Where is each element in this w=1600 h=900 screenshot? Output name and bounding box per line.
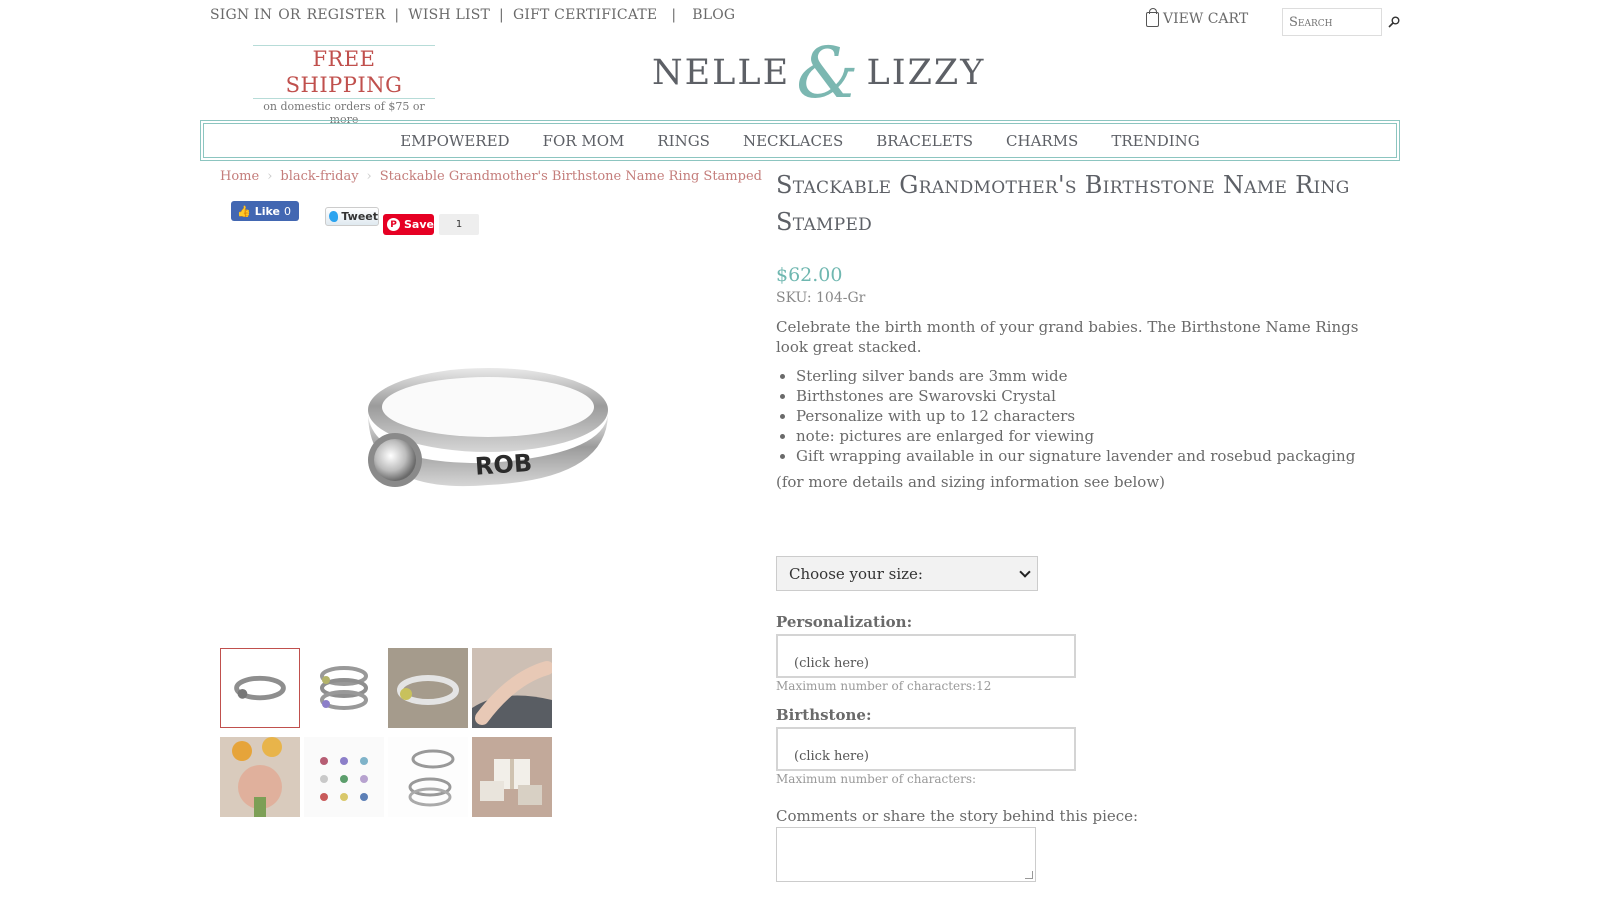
logo-ampersand: & [796,32,861,114]
nav-item-charms[interactable]: CHARMS [1006,132,1078,150]
personalization-label: Personalization: [776,613,913,631]
breadcrumb-category[interactable]: black-friday [280,169,358,184]
shopping-bag-icon [1146,7,1159,27]
nav-item-trending[interactable]: TRENDING [1111,132,1199,150]
like-label: Like [254,204,280,218]
comments-textarea[interactable] [776,827,1036,882]
breadcrumb-chevron-icon: › [267,169,273,184]
list-item: Birthstones are Swarovski Crystal [796,386,1355,406]
search-icon[interactable] [1388,16,1400,28]
product-price: $62.00 [776,264,843,286]
thumbnail-4[interactable] [472,648,552,728]
free-shipping-banner[interactable]: FREE SHIPPING on domestic orders of $75 … [253,45,435,126]
thumbnail-7[interactable] [388,737,468,817]
chevron-down-icon [1019,565,1031,578]
thumbnail-1[interactable] [220,648,300,728]
like-count: 0 [283,204,291,218]
list-item: Sterling silver bands are 3mm wide [796,366,1355,386]
thumbnail-gallery [220,648,552,817]
separator: | [671,7,677,23]
pinterest-save-count: 1 [439,214,479,235]
main-nav-inner: EMPOWERED FOR MOM RINGS NECKLACES BRACEL… [203,123,1397,158]
nav-item-bracelets[interactable]: BRACELETS [876,132,973,150]
size-select-value: Choose your size: [789,564,923,583]
save-label: Save [404,218,434,231]
thumbnail-3[interactable] [388,648,468,728]
search-input[interactable] [1282,8,1382,36]
breadcrumb-home[interactable]: Home [220,169,259,184]
tweet-label: Tweet [341,210,378,223]
site-logo[interactable]: NELLE & LIZZY [652,32,986,114]
breadcrumb-current: Stackable Grandmother's Birthstone Name … [379,169,762,184]
product-sku: SKU: 104-Gr [776,290,866,306]
or-text: OR [278,7,301,23]
gift-certificate-link[interactable]: GIFT CERTIFICATE [513,7,657,23]
thumbnail-8[interactable] [472,737,552,817]
list-item: Gift wrapping available in our signature… [796,446,1355,466]
logo-text-left: NELLE [652,53,791,93]
breadcrumb-chevron-icon: › [366,169,372,184]
free-shipping-title: FREE SHIPPING [253,45,435,99]
comments-label: Comments or share the story behind this … [776,807,1139,825]
thumbnail-2[interactable] [304,648,384,728]
twitter-bird-icon [329,211,339,222]
wish-list-link[interactable]: WISH LIST [408,7,490,23]
birthstone-label: Birthstone: [776,706,872,724]
separator: | [499,7,504,23]
size-select[interactable]: Choose your size: [776,556,1038,591]
birthstone-field[interactable]: (click here) [776,727,1076,771]
pinterest-save-button[interactable]: P Save [383,214,434,235]
list-item: Personalize with up to 12 characters [796,406,1355,426]
more-info-text: (for more details and sizing information… [776,473,1166,491]
thumbnail-5[interactable] [220,737,300,817]
nav-item-rings[interactable]: RINGS [657,132,710,150]
nav-item-empowered[interactable]: EMPOWERED [400,132,509,150]
nav-item-necklaces[interactable]: NECKLACES [743,132,843,150]
main-nav: EMPOWERED FOR MOM RINGS NECKLACES BRACEL… [200,120,1400,161]
separator: | [394,7,400,23]
nav-item-for-mom[interactable]: FOR MOM [543,132,625,150]
pinterest-icon: P [387,218,400,231]
product-features: Sterling silver bands are 3mm wide Birth… [796,366,1355,466]
personalization-field[interactable]: (click here) [776,634,1076,678]
blog-link[interactable]: BLOG [692,7,735,23]
logo-text-right: LIZZY [866,53,986,93]
list-item: note: pictures are enlarged for viewing [796,426,1355,446]
top-links: SIGN IN OR REGISTER | WISH LIST | GIFT CERTIFI… [210,7,735,23]
birthstone-hint: Maximum number of characters: [776,772,977,786]
view-cart-link[interactable]: VIEW CART [1146,7,1249,27]
tweet-button[interactable]: Tweet [325,207,379,226]
view-cart-label: VIEW CART [1163,11,1249,27]
breadcrumb: Home › black-friday › Stackable Grandmother'… [220,169,762,184]
product-main-image[interactable]: ROB [350,355,620,515]
facebook-like-button[interactable]: 👍 Like 0 [231,201,299,221]
personalization-hint: Maximum number of characters:12 [776,679,992,693]
product-title: Stackable Grandmother's Birthstone Name … [776,171,1350,236]
ring-engraving: ROB [474,449,533,481]
thumbs-up-icon: 👍 [237,204,251,218]
resize-handle-icon[interactable] [1025,871,1033,879]
sign-in-link[interactable]: SIGN IN [210,7,272,23]
product-description: Celebrate the birth month of your grand … [776,318,1359,356]
register-link[interactable]: REGISTER [307,7,386,23]
thumbnail-6[interactable] [304,737,384,817]
